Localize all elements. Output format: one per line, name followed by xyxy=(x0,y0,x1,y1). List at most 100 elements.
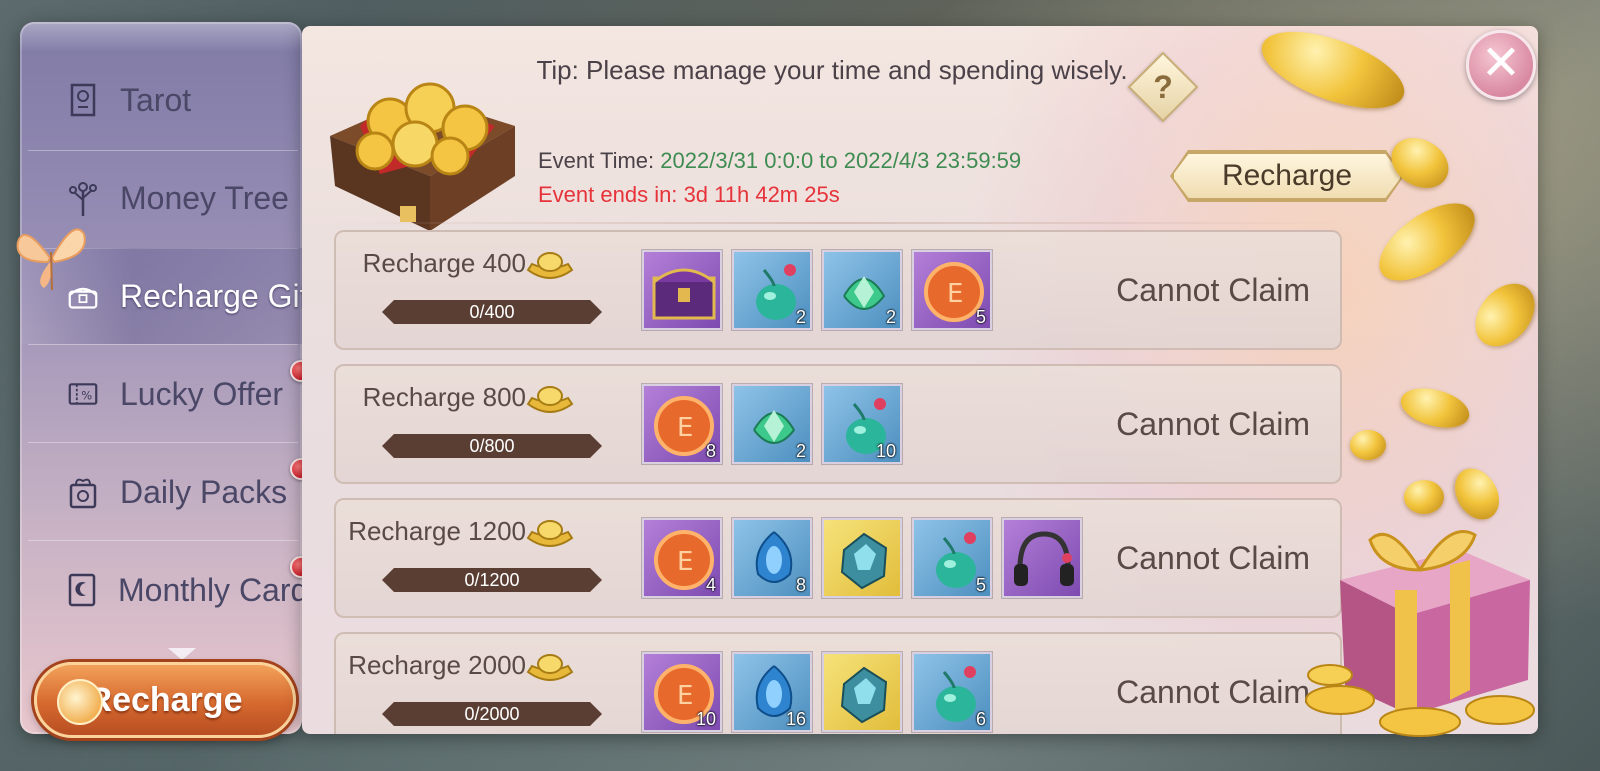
sidebar-item-daily-packs[interactable]: Daily Packs xyxy=(20,444,302,540)
butterfly-decoration-icon xyxy=(16,228,86,291)
reward-item-teal-potion[interactable]: 6 xyxy=(912,652,992,732)
progress-text: 0/2000 xyxy=(464,704,520,724)
close-button[interactable]: ✕ xyxy=(1466,30,1536,100)
sidebar-item-lucky-offer[interactable]: % Lucky Offer xyxy=(20,346,302,442)
reward-quantity: 6 xyxy=(975,709,986,729)
gold-ingot-icon xyxy=(526,252,574,279)
ingot-icon xyxy=(57,679,103,725)
discount-ticket-icon: % xyxy=(68,375,98,413)
reward-item-teal-potion[interactable]: 5 xyxy=(912,518,992,598)
tier-row: Recharge 400 0/400 2 2 E 5 Cannot Claim xyxy=(334,230,1342,350)
sidebar-item-monthly-card[interactable]: Monthly Card xyxy=(20,542,308,638)
monthly-card-icon xyxy=(68,571,96,609)
daily-pack-icon xyxy=(68,473,98,511)
tier-row: Recharge 1200 0/1200 E 4 8 5 Cannot Claim xyxy=(334,498,1342,618)
claim-status: Cannot Claim xyxy=(1116,272,1310,308)
reward-quantity: 5 xyxy=(975,307,986,327)
reward-item-crystal-ore[interactable] xyxy=(822,518,902,598)
reward-list: E 8 2 10 xyxy=(642,384,902,464)
tier-label: Recharge 400 xyxy=(362,248,526,278)
svg-text:E: E xyxy=(677,681,693,711)
progress-bar: 0/1200 xyxy=(382,568,602,592)
tier-label: Recharge 1200 xyxy=(348,516,526,546)
reward-item-teal-potion[interactable]: 2 xyxy=(732,250,812,330)
svg-text:E: E xyxy=(677,413,693,443)
sidebar-recharge-label: Recharge xyxy=(87,680,243,719)
reward-item-green-crystal-bag[interactable]: 2 xyxy=(822,250,902,330)
reward-item-exp-orb[interactable]: E4 xyxy=(642,518,722,598)
reward-quantity: 16 xyxy=(785,709,806,729)
tier-row: Recharge 2000 0/2000 E 10 16 6 Cannot Claim xyxy=(334,632,1342,734)
reward-quantity: 10 xyxy=(875,441,896,461)
progress-bar: 0/2000 xyxy=(382,702,602,726)
progress-text: 0/400 xyxy=(469,302,515,322)
claim-status: Cannot Claim xyxy=(1116,406,1310,442)
question-mark-icon: ? xyxy=(1153,69,1173,105)
sidebar-item-label: Money Tree xyxy=(120,179,289,216)
svg-text:E: E xyxy=(947,279,963,309)
divider xyxy=(28,442,298,443)
reward-item-purple-chest[interactable] xyxy=(642,250,722,330)
header-divider xyxy=(332,222,1342,224)
reward-quantity: 2 xyxy=(885,307,896,327)
reward-item-exp-orb[interactable]: E 10 xyxy=(642,652,722,732)
coin-decoration xyxy=(1350,430,1386,460)
divider xyxy=(28,344,298,345)
event-time: Event Time: 2022/3/31 0:0:0 to 2022/4/3 … xyxy=(538,148,1021,174)
gold-ingot-icon xyxy=(526,520,574,547)
recharge-button[interactable]: Recharge xyxy=(1172,152,1402,200)
progress-text: 0/1200 xyxy=(464,570,520,590)
reward-quantity: 8 xyxy=(705,441,716,461)
money-tree-icon xyxy=(68,179,98,217)
gold-ingot-icon xyxy=(526,386,574,413)
reward-item-green-crystal-bag[interactable]: 2 xyxy=(732,384,812,464)
gold-ingot-icon xyxy=(526,654,574,681)
reward-item-headphones[interactable] xyxy=(1002,518,1082,598)
reward-item-blue-gem[interactable]: 16 xyxy=(732,652,812,732)
tier-row: Recharge 800 0/800 E 8 2 10 Cannot Claim xyxy=(334,364,1342,484)
sidebar-item-label: Monthly Card xyxy=(118,571,309,608)
event-ends-label: Event ends in: xyxy=(538,182,678,207)
divider xyxy=(28,540,298,541)
reward-quantity: 2 xyxy=(795,441,806,461)
reward-list: E4 8 5 xyxy=(642,518,1082,598)
sidebar-top-ornament xyxy=(20,22,302,52)
reward-quantity: 10 xyxy=(695,709,716,729)
tarot-card-icon xyxy=(68,81,98,119)
svg-text:%: % xyxy=(81,388,92,402)
sidebar: Tarot Money Tree Recharge Gift % Lucky O… xyxy=(20,22,317,738)
sidebar-item-tarot[interactable]: Tarot xyxy=(20,52,302,148)
sidebar-item-label: Recharge Gift xyxy=(120,277,318,314)
svg-text:E: E xyxy=(677,547,693,577)
reward-quantity: 4 xyxy=(705,575,716,595)
event-time-label: Event Time: xyxy=(538,148,655,173)
spending-tip: Tip: Please manage your time and spendin… xyxy=(536,55,1128,85)
chevron-down-icon xyxy=(168,648,196,660)
gift-box-decoration-icon xyxy=(1305,530,1535,737)
reward-item-teal-potion[interactable]: 10 xyxy=(822,384,902,464)
reward-item-exp-orb[interactable]: E5 xyxy=(912,250,992,330)
sidebar-item-label: Tarot xyxy=(120,81,192,118)
sidebar-recharge-button[interactable]: Recharge xyxy=(34,662,296,738)
reward-list: E 10 16 6 xyxy=(642,652,992,732)
tier-label: Recharge 2000 xyxy=(348,650,526,680)
reward-item-exp-orb[interactable]: E8 xyxy=(642,384,722,464)
event-countdown: Event ends in: 3d 11h 42m 25s xyxy=(538,182,840,208)
sidebar-item-label: Daily Packs xyxy=(120,473,288,510)
event-ends-value: 3d 11h 42m 25s xyxy=(683,182,840,207)
tier-label: Recharge 800 xyxy=(362,382,526,412)
reward-list: 2 2 E5 xyxy=(642,250,992,330)
gold-coin-chest-icon xyxy=(330,82,515,231)
reward-quantity: 2 xyxy=(795,307,806,327)
reward-item-blue-gem[interactable]: 8 xyxy=(732,518,812,598)
progress-text: 0/800 xyxy=(469,436,515,456)
sidebar-item-label: Lucky Offer xyxy=(120,375,284,412)
reward-item-crystal-ore[interactable] xyxy=(822,652,902,732)
close-icon: ✕ xyxy=(1480,37,1522,90)
reward-quantity: 5 xyxy=(975,575,986,595)
claim-status: Cannot Claim xyxy=(1116,674,1310,710)
event-time-value: 2022/3/31 0:0:0 to 2022/4/3 23:59:59 xyxy=(660,148,1022,173)
reward-quantity: 8 xyxy=(795,575,806,595)
progress-bar: 0/400 xyxy=(382,300,602,324)
claim-status: Cannot Claim xyxy=(1116,540,1310,576)
